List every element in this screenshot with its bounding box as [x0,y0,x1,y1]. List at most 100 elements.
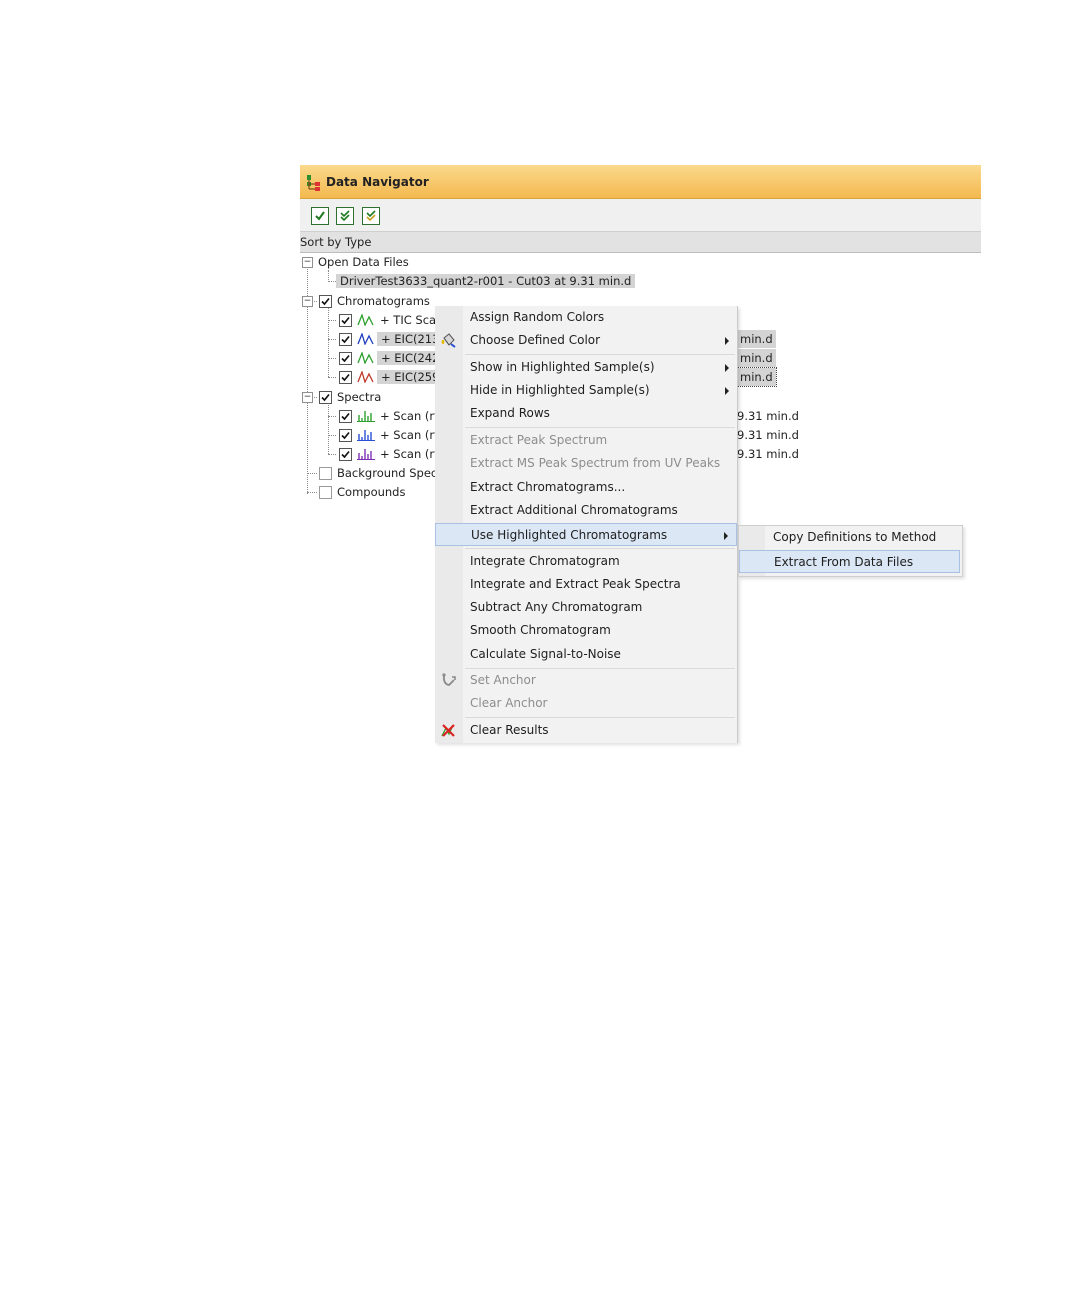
menu-item-integrate-and-extract-peak-spectra[interactable]: Integrate and Extract Peak Spectra [435,573,737,596]
check-all-icon[interactable] [311,207,329,225]
tree-node-spectrum[interactable]: + Scan (rt: [339,445,443,463]
spectrum-label: + Scan (rt: [380,447,443,461]
menu-item-subtract-any-chromatogram[interactable]: Subtract Any Chromatogram [435,596,737,619]
menu-item-extract-peak-spectrum[interactable]: Extract Peak Spectrum [435,429,737,452]
menu-separator [465,717,735,718]
spectrum-icon [357,430,375,441]
collapse-icon[interactable]: − [302,296,313,307]
tree-node-data-file[interactable]: DriverTest3633_quant2-r001 - Cut03 at 9.… [336,272,636,290]
submenu-item-copy-definitions-to-method[interactable]: Copy Definitions to Method [739,526,960,549]
tree-connector [328,358,336,359]
checkbox[interactable] [319,466,332,480]
tree-node-chromatograms[interactable]: Chromatograms [319,292,430,310]
menu-item-label: Set Anchor [470,673,536,687]
submenu-arrow-icon [725,364,729,372]
data-navigator-icon [307,174,320,191]
menu-item-label: Extract From Data Files [774,555,914,569]
menu-item-extract-additional-chromatograms[interactable]: Extract Additional Chromatograms [435,499,737,522]
tree-node-compounds[interactable]: Compounds [319,483,405,501]
checkbox[interactable] [319,485,332,499]
tree-connector [307,492,317,493]
tree-node-spectrum[interactable]: + Scan (rt: [339,426,443,444]
tree-node-open-data-files[interactable]: Open Data Files [318,253,409,271]
menu-item-label: Extract Peak Spectrum [470,433,608,447]
tree-node-spectra[interactable]: Spectra [319,388,381,406]
checkbox[interactable] [339,332,352,346]
menu-item-smooth-chromatogram[interactable]: Smooth Chromatogram [435,619,737,642]
menu-item-label: Copy Definitions to Method [773,530,937,544]
menu-item-clear-anchor[interactable]: Clear Anchor [435,692,737,715]
context-menu: Assign Random Colors Choose Defined Colo… [435,306,738,743]
checkbox[interactable] [319,390,332,404]
menu-item-label: Hide in Highlighted Sample(s) [470,383,650,397]
sort-label: Sort by Type [300,235,372,249]
tree-connector [328,416,336,417]
checkbox[interactable] [339,428,352,442]
menu-item-clear-results[interactable]: Clear Results [435,719,737,742]
spectrum-icon [357,449,375,460]
menu-separator [465,427,735,428]
menu-item-label: Clear Anchor [470,696,548,710]
menu-item-label: Extract Chromatograms... [470,480,626,494]
menu-item-label: Show in Highlighted Sample(s) [470,360,655,374]
tree-node-background-spectra[interactable]: Background Spectr [319,464,447,482]
tree-connector [307,473,317,474]
tree-connector [328,454,336,455]
checkbox[interactable] [319,294,332,308]
checkbox[interactable] [339,447,352,461]
menu-item-calculate-signal-to-noise[interactable]: Calculate Signal-to-Noise [435,643,737,666]
clear-results-icon [441,724,455,737]
submenu-arrow-icon [725,387,729,395]
sort-by-type-header[interactable]: Sort by Type [300,232,981,253]
data-file-label: DriverTest3633_quant2-r001 - Cut03 at 9.… [336,274,636,288]
spectrum-suffix: 9.31 min.d [737,428,799,442]
tree-connector [328,435,336,436]
paint-bucket-icon [441,333,456,348]
chromatogram-icon [357,352,374,364]
menu-item-assign-random-colors[interactable]: Assign Random Colors [435,306,737,329]
window-title: Data Navigator [326,174,429,189]
tree-node-label: Background Spectr [337,466,447,480]
menu-item-extract-chromatograms[interactable]: Extract Chromatograms... [435,476,737,499]
menu-separator [465,548,735,549]
menu-item-label: Integrate Chromatogram [470,554,620,568]
submenu-arrow-icon [725,337,729,345]
submenu-item-extract-from-data-files[interactable]: Extract From Data Files [739,550,960,573]
menu-item-use-highlighted-chromatograms[interactable]: Use Highlighted Chromatograms [435,523,737,546]
checkbox[interactable] [339,313,352,327]
spectrum-icon [357,411,375,422]
spectrum-suffix: 9.31 min.d [737,409,799,423]
toolbar [300,199,981,232]
check-highlighted-icon[interactable] [362,207,380,225]
tree-node-label: Compounds [337,485,406,499]
anchor-icon [442,673,456,686]
tree-connector [328,320,336,321]
menu-item-expand-rows[interactable]: Expand Rows [435,402,737,425]
menu-item-extract-ms-peak-spectrum[interactable]: Extract MS Peak Spectrum from UV Peaks [435,452,737,475]
checkbox[interactable] [339,351,352,365]
menu-item-label: Integrate and Extract Peak Spectra [470,577,681,591]
tree-connector [328,377,336,378]
checkbox[interactable] [339,409,352,423]
menu-item-label: Clear Results [470,723,549,737]
collapse-icon[interactable]: − [302,257,313,268]
checkbox[interactable] [339,370,352,384]
submenu: Copy Definitions to Method Extract From … [738,525,963,577]
menu-item-hide-in-highlighted-samples[interactable]: Hide in Highlighted Sample(s) [435,379,737,402]
spectrum-label: + Scan (rt: [380,409,443,423]
tree-node-label: Chromatograms [337,294,430,308]
menu-item-set-anchor[interactable]: Set Anchor [435,669,737,692]
menu-item-integrate-chromatogram[interactable]: Integrate Chromatogram [435,550,737,573]
chromatogram-icon [357,314,374,326]
tree-connector [328,339,336,340]
tree-node-label: Spectra [337,390,382,404]
collapse-icon[interactable]: − [302,392,313,403]
chromatogram-suffix: min.d [737,330,776,348]
chromatogram-label: + TIC Scan [380,313,444,327]
menu-item-show-in-highlighted-samples[interactable]: Show in Highlighted Sample(s) [435,356,737,379]
check-down-icon[interactable] [336,207,354,225]
tree-node-spectrum[interactable]: + Scan (rt: [339,407,443,425]
chromatogram-suffix: min.d [736,367,777,387]
tree-node-chromatogram[interactable]: + TIC Scan [339,311,443,329]
menu-item-choose-defined-color[interactable]: Choose Defined Color [435,329,737,352]
